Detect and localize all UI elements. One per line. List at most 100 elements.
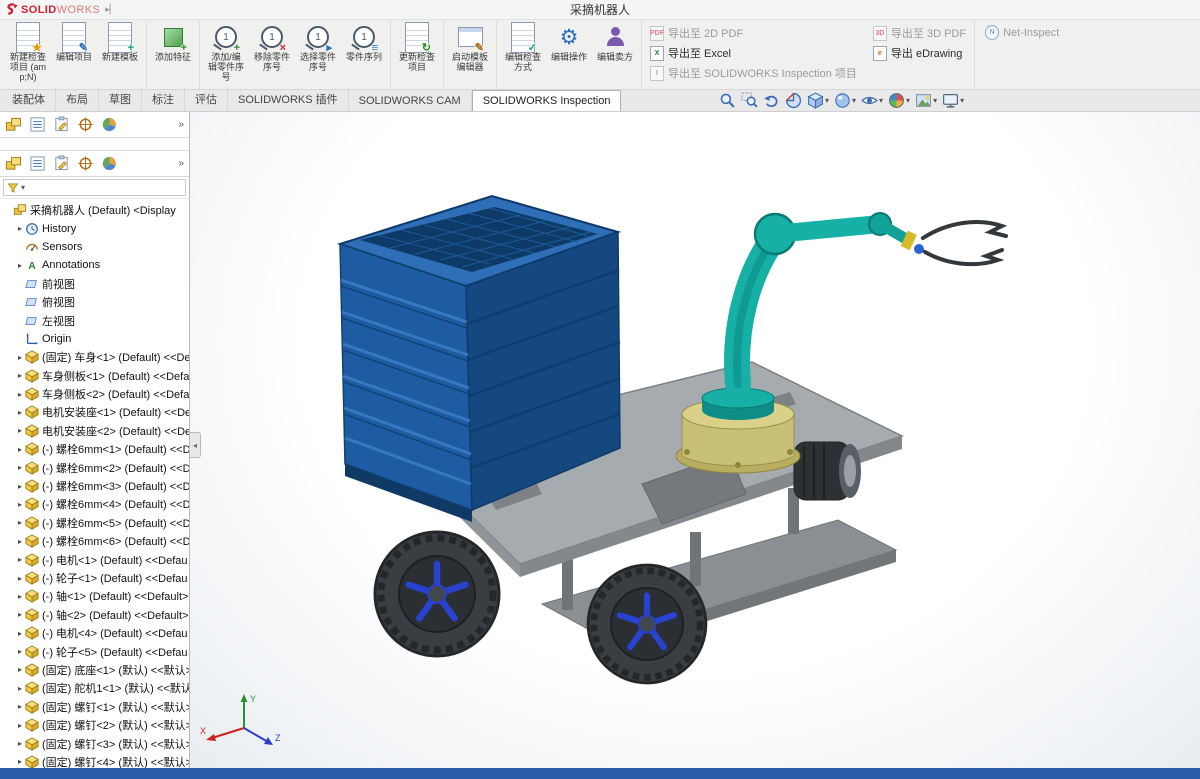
tab-草图[interactable]: 草图 (99, 87, 142, 111)
expand-arrow-icon[interactable]: ▸ (15, 500, 25, 509)
previous-view-icon[interactable] (762, 91, 781, 110)
tree-item[interactable]: ▸ (固定) 螺钉<1> (默认) <<默认> (0, 698, 189, 716)
view-orientation-icon[interactable]: ▾ (806, 91, 830, 110)
new-template-button[interactable]: + 新建模板 (97, 22, 143, 63)
expand-arrow-icon[interactable]: ▸ (15, 629, 25, 638)
expand-arrow-icon[interactable]: ▸ (15, 739, 25, 748)
expand-arrow-icon[interactable]: ▸ (15, 555, 25, 564)
dropdown-arrow-icon[interactable]: ▾ (933, 96, 937, 105)
tab-装配体[interactable]: 装配体 (2, 87, 56, 111)
dropdown-arrow-icon[interactable]: ▾ (879, 96, 883, 105)
panel-more-icon[interactable]: » (178, 119, 184, 130)
wheel-front-right[interactable] (586, 563, 708, 685)
wheel-front-left[interactable] (373, 530, 501, 658)
expand-arrow-icon[interactable]: ▸ (15, 408, 25, 417)
displaymanager-tab-icon[interactable] (101, 116, 118, 133)
add-edit-balloon-button[interactable]: +添加/编辑零件序号 (203, 22, 249, 83)
displaymanager-tab-icon[interactable] (101, 155, 118, 172)
export-edrawing-button[interactable]: e 导出 eDrawing (872, 45, 966, 61)
dropdown-arrow-icon[interactable]: ▾ (825, 96, 829, 105)
expand-arrow-icon[interactable]: ▸ (15, 224, 25, 233)
featuremanager-tab-icon[interactable] (5, 155, 22, 172)
tree-item[interactable]: ▸ (-) 螺栓6mm<5> (Default) <<D (0, 514, 189, 532)
tree-item[interactable]: ▸ (固定) 车身<1> (Default) <<De (0, 348, 189, 366)
expand-arrow-icon[interactable]: ▸ (15, 261, 25, 270)
tab-标注[interactable]: 标注 (142, 87, 185, 111)
tree-item[interactable]: ▸ 电机安装座<2> (Default) <<De (0, 422, 189, 440)
expand-arrow-icon[interactable]: ▸ (15, 463, 25, 472)
tree-item[interactable]: ▸ (固定) 螺钉<3> (默认) <<默认> (0, 734, 189, 752)
expand-arrow-icon[interactable]: ▸ (15, 702, 25, 711)
balloon-sequence-button[interactable]: ≡零件序列 (341, 22, 387, 63)
remove-balloon-button[interactable]: ×移除零件序号 (249, 22, 295, 73)
tree-filter-input[interactable] (27, 180, 182, 195)
featuremanager-tree-icon[interactable] (29, 155, 46, 172)
viewport-3d-scene[interactable] (190, 112, 1200, 768)
launch-template-editor-button[interactable]: ✎ 启动模板编辑器 (447, 22, 493, 73)
update-inspection-project-button[interactable]: ↻ 更新检查项目 (394, 22, 440, 73)
tree-item[interactable]: ▸ History (0, 219, 189, 237)
tree-item[interactable]: ▸ (-) 轮子<5> (Default) <<Defau (0, 642, 189, 660)
dropdown-arrow-icon[interactable]: ▾ (852, 96, 856, 105)
select-balloon-button[interactable]: ▸选择零件序号 (295, 22, 341, 73)
zoom-fit-icon[interactable] (718, 91, 737, 110)
tree-item[interactable]: ▸ (-) 轮子<1> (Default) <<Defau (0, 569, 189, 587)
expand-arrow-icon[interactable]: ▸ (15, 518, 25, 527)
tree-item[interactable]: ▸ (-) 螺栓6mm<4> (Default) <<D (0, 495, 189, 513)
tree-item[interactable]: ▸ (-) 螺栓6mm<6> (Default) <<D (0, 532, 189, 550)
view-settings-icon[interactable]: ▾ (941, 91, 965, 110)
configurationmanager-tab-icon[interactable] (77, 155, 94, 172)
apply-scene-icon[interactable]: ▾ (914, 91, 938, 110)
tree-item[interactable]: Origin (0, 330, 189, 348)
section-view-icon[interactable] (784, 91, 803, 110)
export-excel-button[interactable]: X 导出至 Excel (650, 45, 857, 61)
menu-expand-icon[interactable]: ▸▏ (105, 4, 116, 15)
tree-item[interactable]: ▸ (-) 螺栓6mm<1> (Default) <<D (0, 440, 189, 458)
expand-arrow-icon[interactable]: ▸ (15, 592, 25, 601)
edit-vendor-button[interactable]: 编辑卖方 (592, 22, 638, 62)
tree-item[interactable]: ▸ (-) 轴<1> (Default) <<Default> (0, 587, 189, 605)
tree-item[interactable]: ▸ (-) 电机<1> (Default) <<Defau (0, 550, 189, 568)
tree-item[interactable]: 采摘机器人 (Default) <Display (0, 201, 189, 219)
expand-arrow-icon[interactable]: ▸ (15, 353, 25, 362)
robot-gripper[interactable] (921, 220, 1008, 267)
tree-item[interactable]: ▸ (固定) 螺钉<2> (默认) <<默认> (0, 716, 189, 734)
hide-show-items-icon[interactable]: ▾ (860, 91, 884, 110)
tab-评估[interactable]: 评估 (185, 87, 228, 111)
tree-item[interactable]: ▸ (-) 螺栓6mm<3> (Default) <<D (0, 477, 189, 495)
pane-splitter[interactable] (0, 138, 189, 151)
dropdown-arrow-icon[interactable]: ▾ (960, 96, 964, 105)
expand-arrow-icon[interactable]: ▸ (15, 721, 25, 730)
tree-item[interactable]: ▸ (-) 电机<4> (Default) <<Defau (0, 624, 189, 642)
tree-item[interactable]: ▸ 电机安装座<1> (Default) <<De (0, 403, 189, 421)
expand-arrow-icon[interactable]: ▸ (15, 684, 25, 693)
tree-item[interactable]: ▸ 车身侧板<1> (Default) <<Defa (0, 367, 189, 385)
featuremanager-tree-icon[interactable] (29, 116, 46, 133)
tree-item[interactable]: ▸ (固定) 螺钉<4> (默认) <<默认> (0, 753, 189, 768)
tab-solidworks-inspection[interactable]: SOLIDWORKS Inspection (471, 90, 622, 111)
edit-project-button[interactable]: ✎ 编辑项目 (51, 22, 97, 63)
tree-item[interactable]: ▸ 车身侧板<2> (Default) <<Defa (0, 385, 189, 403)
tree-item[interactable]: Sensors (0, 238, 189, 256)
dropdown-arrow-icon[interactable]: ▾ (906, 96, 910, 105)
tab-布局[interactable]: 布局 (56, 87, 99, 111)
expand-arrow-icon[interactable]: ▸ (15, 537, 25, 546)
featuremanager-tab-icon[interactable] (5, 116, 22, 133)
net-inspect-button[interactable]: N Net-Inspect (985, 25, 1059, 40)
drive-motor[interactable] (793, 441, 861, 501)
export-sw-inspection-button[interactable]: I 导出至 SOLIDWORKS Inspection 项目 (650, 65, 857, 81)
expand-arrow-icon[interactable]: ▸ (15, 610, 25, 619)
configurationmanager-tab-icon[interactable] (77, 116, 94, 133)
expand-arrow-icon[interactable]: ▸ (15, 371, 25, 380)
edit-appearance-icon[interactable]: ▾ (887, 91, 911, 110)
expand-arrow-icon[interactable]: ▸ (15, 482, 25, 491)
graphics-viewport[interactable]: ◂ Y X Z (190, 112, 1200, 768)
filter-funnel-icon[interactable] (7, 182, 19, 194)
export-3d-pdf-button[interactable]: 3D 导出至 3D PDF (872, 25, 966, 41)
expand-arrow-icon[interactable]: ▸ (15, 665, 25, 674)
edit-inspection-method-button[interactable]: ✓ 编辑检查方式 (500, 22, 546, 73)
tree-item[interactable]: 前视图 (0, 275, 189, 293)
panel-more-icon[interactable]: » (178, 158, 184, 169)
tree-item[interactable]: ▸ Annotations (0, 256, 189, 274)
expand-arrow-icon[interactable]: ▸ (15, 390, 25, 399)
